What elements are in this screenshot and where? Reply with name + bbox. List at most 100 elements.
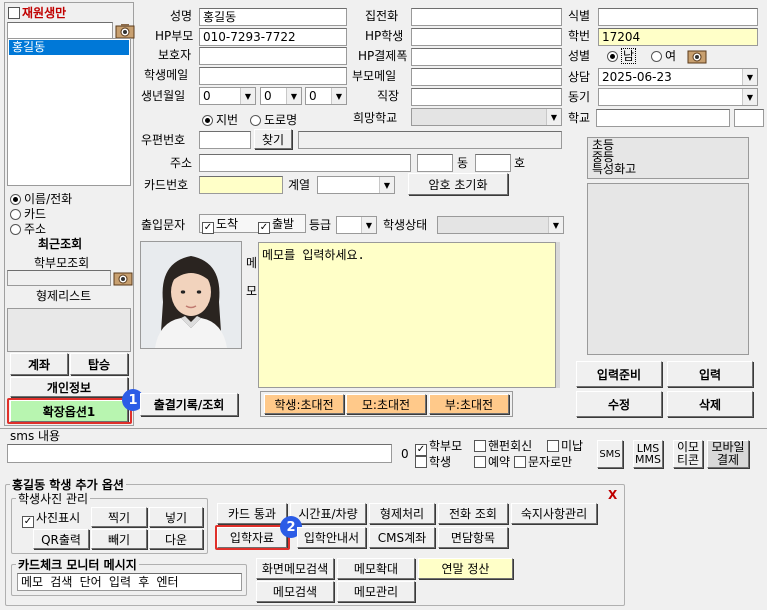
camera-icon[interactable] bbox=[115, 23, 135, 39]
screen-memo-search-button[interactable]: 화면메모검색 bbox=[256, 558, 334, 579]
phone-lookup-button[interactable]: 전화 조회 bbox=[438, 503, 508, 524]
invite-mother-button[interactable]: 모:초대전 bbox=[346, 394, 426, 414]
card-pass-button[interactable]: 카드 통과 bbox=[217, 503, 287, 524]
enrolled-only-checkbox[interactable]: 재원생만 bbox=[8, 5, 66, 21]
address-input[interactable] bbox=[199, 154, 411, 172]
gender-male-radio[interactable]: 남 bbox=[607, 48, 637, 64]
student-list[interactable]: 홍길동 bbox=[7, 38, 131, 186]
input-button[interactable]: 입력 bbox=[667, 361, 753, 387]
school-extra-input[interactable] bbox=[734, 109, 764, 127]
id-input[interactable] bbox=[598, 8, 758, 26]
insert-photo-button[interactable]: 넣기 bbox=[149, 507, 203, 527]
student-email-input[interactable] bbox=[199, 67, 347, 85]
card-no-input[interactable] bbox=[199, 176, 283, 194]
student-photo[interactable] bbox=[140, 241, 242, 349]
delete-button[interactable]: 삭제 bbox=[667, 391, 753, 417]
photo-show-checkbox[interactable]: ✓ 사진표시 bbox=[22, 510, 80, 528]
camera-icon[interactable] bbox=[113, 270, 133, 286]
hp-title-input[interactable] bbox=[411, 48, 562, 66]
track-select[interactable]: ▼ bbox=[317, 176, 395, 194]
parent-email-input[interactable] bbox=[411, 68, 562, 86]
list-item[interactable]: 초등 bbox=[592, 139, 744, 151]
remove-photo-button[interactable]: 빼기 bbox=[91, 529, 147, 549]
memo-expand-button[interactable]: 메모확대 bbox=[337, 558, 415, 579]
recent-lookup-label[interactable]: 최근조회 bbox=[38, 236, 82, 252]
to-student-checkbox[interactable]: 학생 bbox=[415, 454, 451, 470]
addr-jibun-radio[interactable]: 지번 bbox=[202, 112, 238, 128]
download-photo-button[interactable]: 다운 bbox=[149, 529, 203, 549]
attendance-button[interactable]: 출결기록/조회 bbox=[140, 393, 238, 416]
memo-manage-button[interactable]: 메모관리 bbox=[337, 581, 415, 602]
account-button[interactable]: 계좌 bbox=[10, 353, 68, 375]
list-item[interactable]: 특성화고 bbox=[592, 163, 744, 175]
addr-road-radio[interactable]: 도로명 bbox=[250, 112, 297, 128]
lms-mms-button[interactable]: LMS MMS bbox=[633, 440, 663, 468]
school-input[interactable] bbox=[596, 109, 730, 127]
grade-list[interactable]: 초등 중등 특성화고 bbox=[587, 137, 749, 179]
edit-button[interactable]: 수정 bbox=[576, 391, 662, 417]
memo-scrollbar[interactable] bbox=[556, 242, 560, 388]
camera-icon[interactable] bbox=[687, 48, 707, 64]
depart-checkbox[interactable]: ✓ 출발 bbox=[258, 216, 294, 234]
job-input[interactable] bbox=[411, 88, 562, 106]
year-end-settlement-button[interactable]: 연말 정산 bbox=[418, 558, 513, 579]
emoticon-button[interactable]: 이모 티콘 bbox=[673, 440, 703, 468]
birth-month-select[interactable]: 0 ▼ bbox=[260, 87, 302, 105]
radio-card[interactable]: 카드 bbox=[10, 206, 46, 222]
birth-year-select[interactable]: 0 ▼ bbox=[199, 87, 256, 105]
grade-level-select[interactable]: ▼ bbox=[336, 216, 377, 234]
boarding-button[interactable]: 탑승 bbox=[70, 353, 128, 375]
birth-day-select[interactable]: 0 ▼ bbox=[305, 87, 347, 105]
interview-items-button[interactable]: 면담항목 bbox=[438, 527, 508, 548]
card-monitor-input[interactable]: 메모 검색 단어 입력 후 엔터 bbox=[17, 573, 242, 591]
consult-date-select[interactable]: 2025-06-23 ▼ bbox=[598, 68, 758, 86]
mobile-pay-button[interactable]: 모바일 결제 bbox=[707, 440, 749, 468]
personal-info-button[interactable]: 개인정보 bbox=[10, 377, 128, 397]
student-photo-image bbox=[141, 242, 241, 348]
memo-search-button[interactable]: 메모검색 bbox=[256, 581, 334, 602]
zip-input[interactable] bbox=[199, 131, 251, 149]
checkbox-icon bbox=[415, 456, 427, 468]
shoot-photo-button[interactable]: 찍기 bbox=[91, 507, 147, 527]
parent-lookup-label[interactable]: 학부모조회 bbox=[34, 255, 89, 271]
prepare-input-button[interactable]: 입력준비 bbox=[576, 361, 662, 387]
school-wish-select[interactable]: ▼ bbox=[411, 108, 562, 126]
qr-print-button[interactable]: QR출력 bbox=[33, 529, 89, 549]
arrive-checkbox[interactable]: ✓ 도착 bbox=[202, 216, 238, 234]
unpaid-checkbox[interactable]: 미납 bbox=[547, 438, 583, 454]
find-address-button[interactable]: 찾기 bbox=[254, 129, 292, 149]
admission-guide-button[interactable]: 입학안내서 bbox=[297, 527, 366, 548]
reserve-checkbox[interactable]: 예약 bbox=[474, 454, 510, 470]
text-only-checkbox[interactable]: 문자로만 bbox=[514, 454, 572, 470]
schedule-vehicle-button[interactable]: 시간표/차량 bbox=[290, 503, 366, 524]
sibling-process-button[interactable]: 형제처리 bbox=[369, 503, 435, 524]
sms-send-button[interactable]: SMS bbox=[597, 440, 623, 468]
hp-student-input[interactable] bbox=[411, 28, 562, 46]
grade-side-list[interactable] bbox=[587, 183, 749, 355]
parent-lookup-field[interactable] bbox=[7, 270, 111, 286]
sibling-list[interactable] bbox=[7, 308, 131, 352]
invite-father-button[interactable]: 부:초대전 bbox=[429, 394, 509, 414]
student-status-select[interactable]: ▼ bbox=[437, 216, 564, 234]
home-phone-input[interactable] bbox=[411, 8, 562, 26]
gender-label: 성별 bbox=[568, 49, 591, 63]
list-item[interactable]: 홍길동 bbox=[9, 40, 129, 55]
guardian-input[interactable] bbox=[199, 47, 347, 65]
radio-address[interactable]: 주소 bbox=[10, 221, 46, 237]
cms-account-button[interactable]: CMS계좌 bbox=[369, 527, 435, 548]
name-input[interactable]: 홍길동 bbox=[199, 8, 347, 26]
phone-reply-checkbox[interactable]: 핸펀회신 bbox=[474, 438, 532, 454]
student-no-input[interactable]: 17204 bbox=[598, 28, 758, 46]
motive-select[interactable]: ▼ bbox=[598, 88, 758, 106]
password-reset-button[interactable]: 암호 초기화 bbox=[408, 173, 508, 195]
ho-input[interactable] bbox=[475, 154, 511, 172]
radio-name-phone[interactable]: 이름/전화 bbox=[10, 191, 72, 207]
gender-female-radio[interactable]: 여 bbox=[651, 48, 676, 64]
sms-content-input[interactable] bbox=[7, 444, 392, 463]
notice-manage-button[interactable]: 숙지사항관리 bbox=[511, 503, 597, 524]
hp-parent-input[interactable]: 010-7293-7722 bbox=[199, 28, 347, 46]
memo-textarea[interactable]: 메모를 입력하세요. bbox=[258, 242, 556, 388]
invite-student-button[interactable]: 학생:초대전 bbox=[264, 394, 344, 414]
dong-input[interactable] bbox=[417, 154, 453, 172]
close-icon[interactable]: X bbox=[608, 487, 617, 503]
